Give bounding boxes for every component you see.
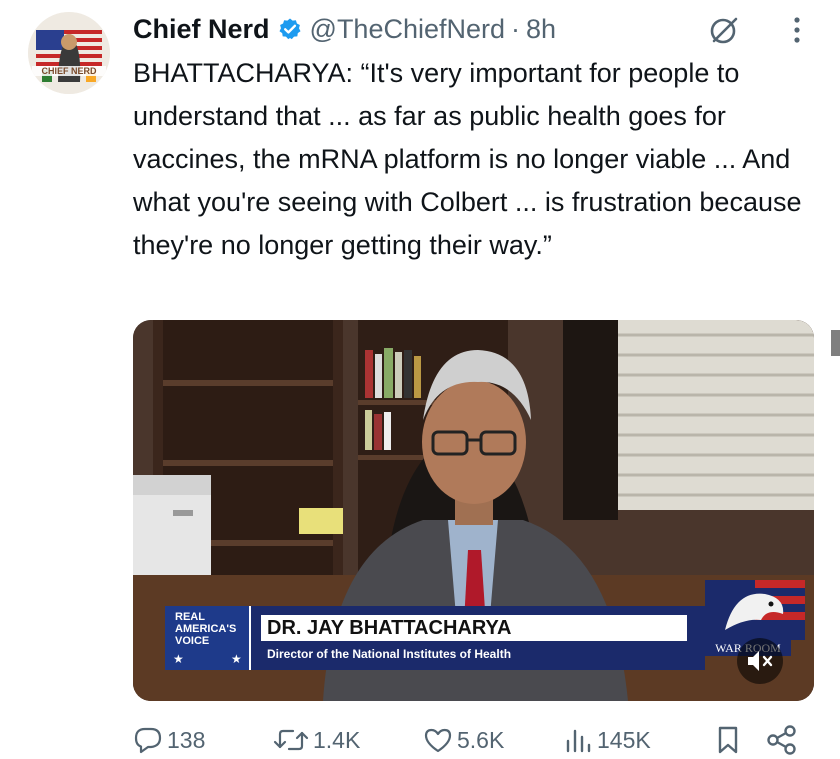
- like-count: 5.6K: [457, 726, 505, 753]
- timestamp[interactable]: 8h: [526, 14, 556, 45]
- network-logo-line1: REAL: [175, 611, 205, 623]
- author-name[interactable]: Chief Nerd: [133, 14, 270, 45]
- bookmark-button[interactable]: [713, 722, 747, 758]
- verified-badge-icon: [278, 17, 302, 41]
- more-options-icon[interactable]: [790, 12, 804, 48]
- repost-icon: [273, 729, 309, 751]
- network-logo: REAL AMERICA'S VOICE ★ ★: [165, 606, 251, 670]
- network-logo-line3: VOICE: [175, 635, 210, 647]
- analytics-icon: [566, 729, 591, 753]
- avatar-label: CHIEF NERD: [41, 66, 97, 76]
- reply-count: 138: [167, 726, 206, 753]
- star-icon: ★: [173, 652, 184, 666]
- star-icon: ★: [231, 652, 242, 666]
- video-player[interactable]: REAL AMERICA'S VOICE ★ ★ DR. JAY BHATTAC…: [133, 320, 814, 701]
- reply-icon: [134, 727, 162, 754]
- share-button[interactable]: [765, 722, 803, 758]
- bookmark-icon: [718, 726, 738, 754]
- tweet-actions: 138 1.4K 5.6K 145K: [133, 722, 813, 758]
- views-button[interactable]: 145K: [563, 722, 651, 758]
- grok-icon[interactable]: [708, 14, 740, 46]
- view-count: 145K: [597, 726, 651, 753]
- avatar-image: CHIEF NERD: [28, 12, 110, 94]
- avatar[interactable]: CHIEF NERD: [28, 12, 110, 94]
- author-handle[interactable]: @TheChiefNerd: [310, 14, 506, 45]
- guest-title: Director of the National Institutes of H…: [267, 647, 512, 661]
- scrollbar-thumb[interactable]: [831, 330, 840, 356]
- speaker-muted-icon: [748, 651, 773, 671]
- reply-button[interactable]: 138: [133, 722, 205, 758]
- tweet-header: Chief Nerd @TheChiefNerd · 8h: [133, 10, 556, 48]
- guest-name: DR. JAY BHATTACHARYA: [261, 615, 687, 641]
- tweet-text: BHATTACHARYA: “It's very important for p…: [133, 58, 802, 260]
- lower-third: REAL AMERICA'S VOICE ★ ★ DR. JAY BHATTAC…: [165, 580, 805, 670]
- network-logo-line2: AMERICA'S: [175, 623, 237, 635]
- mute-button[interactable]: [737, 638, 783, 684]
- heart-icon: [424, 728, 452, 753]
- share-icon: [767, 725, 796, 755]
- like-button[interactable]: 5.6K: [423, 722, 504, 758]
- repost-button[interactable]: 1.4K: [273, 722, 360, 758]
- separator-dot: ·: [511, 13, 521, 44]
- repost-count: 1.4K: [313, 726, 361, 753]
